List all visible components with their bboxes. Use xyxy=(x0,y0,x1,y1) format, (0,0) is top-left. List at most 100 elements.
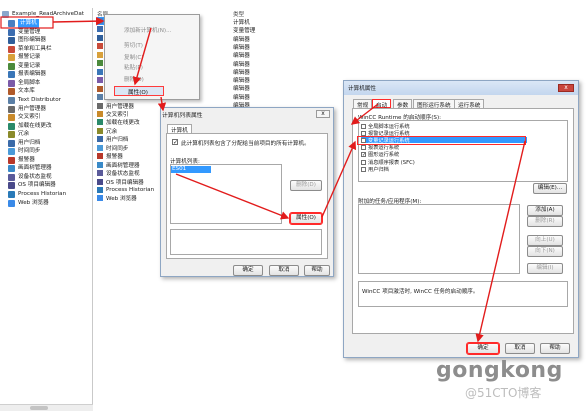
startup-item-label: 消息顺序报表 (SFC) xyxy=(368,159,415,166)
tab-computer[interactable]: 计算机 xyxy=(167,124,192,134)
column-header-type[interactable]: 类型 xyxy=(233,10,244,18)
help-button[interactable]: 帮助 xyxy=(540,343,570,354)
list-item-label: 冗余 xyxy=(106,128,118,135)
list-item[interactable]: 冗余 xyxy=(97,127,117,135)
list-item[interactable]: 时间同步 xyxy=(97,144,128,152)
ok-button[interactable]: 确定 xyxy=(466,342,500,355)
project-tree[interactable]: Example_ReadArchiveDat 计算机 变量管理 图形编辑器 菜单和工具… xyxy=(0,8,93,408)
dialog-titlebar[interactable] xyxy=(344,81,578,95)
computer-listbox[interactable] xyxy=(170,164,282,224)
list-item-icon xyxy=(97,60,103,67)
watermark-site: @51CTO博客 xyxy=(465,386,542,400)
startup-item[interactable]: 报表运行系统 xyxy=(361,145,399,151)
startup-item-checkbox[interactable] xyxy=(361,166,366,172)
list-item[interactable]: OS 项目编辑器 xyxy=(97,178,144,186)
menu-item[interactable]: 属性(O) xyxy=(128,88,148,96)
list-item-type: 计算机 xyxy=(233,20,250,26)
tree-item-icon xyxy=(8,191,15,198)
tab-1[interactable]: 启动 xyxy=(372,99,392,109)
list-item-label: 交叉索引 xyxy=(106,111,129,118)
tab-3[interactable]: 图形运行系统 xyxy=(413,99,455,109)
list-item-label: 加载在线更改 xyxy=(106,120,140,127)
extra-tasks-listbox[interactable] xyxy=(358,204,520,274)
menu-item[interactable]: 添加新计算机(N)... xyxy=(124,26,171,34)
project-icon xyxy=(2,11,9,18)
list-item-type: 编辑器 xyxy=(233,69,250,76)
computer-list-item[interactable]: ES01 xyxy=(171,166,211,173)
tree-item-icon xyxy=(8,88,15,96)
move-down-button[interactable]: 向下(N) xyxy=(527,246,563,257)
list-item-icon xyxy=(97,187,103,193)
list-item-type: 编辑器 xyxy=(233,36,250,43)
help-button[interactable]: 帮助 xyxy=(304,265,330,276)
startup-item-checkbox[interactable] xyxy=(361,159,366,165)
all-computers-checkbox[interactable]: ✓ xyxy=(172,139,178,146)
list-item-label: 用户归档 xyxy=(106,137,129,144)
tree-item-icon xyxy=(8,71,15,79)
list-item[interactable]: 画面树管理器 xyxy=(97,161,140,169)
list-item[interactable]: 报警器 xyxy=(97,152,123,160)
edit-button[interactable]: 编辑(E)... xyxy=(533,183,567,194)
tab-2[interactable]: 参数 xyxy=(393,99,413,109)
list-item-icon xyxy=(97,51,103,58)
close-icon[interactable]: x xyxy=(316,110,330,118)
remove-button[interactable]: 删除(R) xyxy=(527,216,563,227)
close-icon[interactable]: x xyxy=(558,84,574,92)
tree-item-icon xyxy=(8,105,15,113)
tree-item-icon xyxy=(8,96,15,104)
startup-item-checkbox[interactable] xyxy=(361,145,366,151)
startup-item[interactable]: 用户归档 xyxy=(361,166,389,173)
list-item-icon xyxy=(97,136,103,143)
list-item-type: 编辑器 xyxy=(233,94,250,101)
tree-item-icon xyxy=(8,122,15,130)
list-item-icon xyxy=(97,85,103,92)
list-item[interactable]: 交叉索引 xyxy=(97,110,128,118)
cancel-button[interactable]: 取消 xyxy=(505,343,535,354)
tree-item-icon xyxy=(8,62,15,70)
edit-task-button[interactable]: 编辑(I) xyxy=(527,263,563,274)
tree-item-icon xyxy=(8,79,15,87)
selected-item-highlight xyxy=(357,136,526,145)
tree-item-icon xyxy=(8,173,15,181)
startup-item-label: 全局脚本运行系统 xyxy=(368,123,410,130)
startup-item-checkbox[interactable] xyxy=(361,123,366,129)
menu-item[interactable]: 删除(D) xyxy=(124,75,144,83)
ok-button[interactable]: 确定 xyxy=(233,265,263,276)
list-item[interactable]: Process Historian xyxy=(97,186,154,194)
list-item[interactable]: Web 浏览器 xyxy=(97,194,137,202)
tree-item-icon xyxy=(8,148,15,156)
tree-item[interactable]: Web 浏览器 xyxy=(8,199,49,208)
tree-root[interactable]: Example_ReadArchiveDat xyxy=(2,10,84,19)
startup-item-checkbox[interactable] xyxy=(361,130,366,136)
list-item-type: 变量管理 xyxy=(233,28,256,35)
properties-button[interactable]: 属性(O) xyxy=(289,212,323,225)
list-item[interactable]: 设备状态监视 xyxy=(97,169,140,177)
list-item[interactable]: 用户归档 xyxy=(97,135,128,143)
startup-item[interactable]: 全局脚本运行系统 xyxy=(361,123,410,130)
list-item-type: 编辑器 xyxy=(233,86,250,93)
startup-item-checkbox[interactable]: ✓ xyxy=(361,152,366,158)
menu-item[interactable]: 剪切(T) xyxy=(124,41,143,49)
list-item-icon xyxy=(97,127,103,134)
add-button[interactable]: 添加(A) xyxy=(527,205,563,216)
tree-item-icon xyxy=(8,165,15,173)
list-item-label: 时间同步 xyxy=(106,145,129,152)
startup-item[interactable]: ✓ 图形运行系统 xyxy=(361,152,399,158)
list-item[interactable]: 加载在线更改 xyxy=(97,118,140,126)
tree-item-icon xyxy=(8,199,15,207)
move-up-button[interactable]: 向上(U) xyxy=(527,235,563,246)
tab-4[interactable]: 运行系统 xyxy=(454,99,485,109)
list-item-label: Process Historian xyxy=(106,187,155,193)
list-item[interactable]: 用户管理器 xyxy=(97,102,134,110)
list-item-icon xyxy=(97,34,103,41)
tree-item-label: Web 浏览器 xyxy=(18,199,49,206)
startup-item[interactable]: 消息顺序报表 (SFC) xyxy=(361,159,415,166)
cancel-button[interactable]: 取消 xyxy=(269,265,299,276)
menu-item[interactable]: 粘贴(P) xyxy=(124,63,143,71)
tree-scrollbar-thumb[interactable] xyxy=(30,406,48,410)
startup-item-label: 报表运行系统 xyxy=(368,145,400,152)
menu-item[interactable]: 复制(C) xyxy=(124,53,143,61)
tab-0[interactable]: 常规 xyxy=(353,99,373,109)
delete-button[interactable]: 删除(D) xyxy=(290,180,322,191)
list-item-label: Web 浏览器 xyxy=(106,196,137,203)
